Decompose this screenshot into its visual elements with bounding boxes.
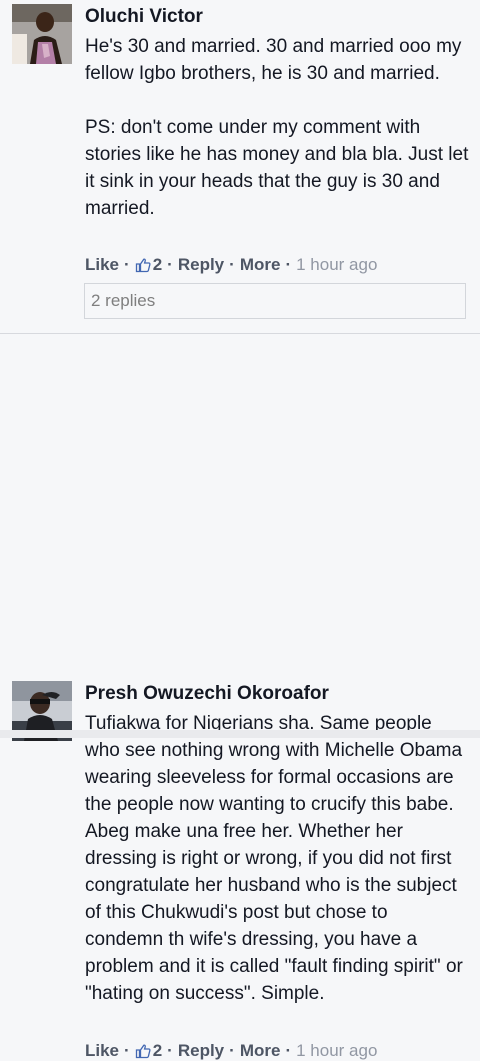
like-button[interactable]: Like <box>85 1041 119 1061</box>
reply-button[interactable]: Reply <box>178 255 224 275</box>
comment-actions: Like · 2 · Reply · More · 1 hour ago <box>85 255 377 275</box>
avatar[interactable] <box>12 4 72 64</box>
view-replies-button[interactable]: 2 replies <box>84 283 466 319</box>
like-count[interactable]: 2 <box>153 1041 162 1061</box>
comment-text: Tufiakwa for Nigerians sha. Same people … <box>85 713 463 1004</box>
separator: · <box>229 255 235 274</box>
separator: · <box>167 255 173 274</box>
bottom-divider <box>0 730 480 738</box>
comment: Presh Owuzechi Okoroafor Tufiakwa for Ni… <box>0 334 480 1060</box>
like-button[interactable]: Like <box>85 255 119 275</box>
separator: · <box>124 1041 130 1060</box>
reply-button[interactable]: Reply <box>178 1041 224 1061</box>
comment-timestamp[interactable]: 1 hour ago <box>296 1041 377 1061</box>
comment-actions: Like · 2 · Reply · More · 1 hour ago <box>85 1041 377 1061</box>
like-count[interactable]: 2 <box>153 255 162 275</box>
comment-author[interactable]: Presh Owuzechi Okoroafor <box>85 683 329 705</box>
comment-author[interactable]: Oluchi Victor <box>85 6 203 28</box>
separator: · <box>285 1041 292 1060</box>
more-button[interactable]: More <box>240 255 281 275</box>
comment: Oluchi Victor He's 30 and married. 30 an… <box>0 0 480 334</box>
thumbs-up-icon <box>135 1043 151 1059</box>
more-button[interactable]: More <box>240 1041 281 1061</box>
separator: · <box>229 1041 235 1060</box>
separator: · <box>124 255 130 274</box>
separator: · <box>167 1041 173 1060</box>
separator: · <box>285 255 292 274</box>
thumbs-up-icon <box>135 257 151 273</box>
comment-timestamp[interactable]: 1 hour ago <box>296 255 377 275</box>
comment-text: He's 30 and married. 30 and married ooo … <box>85 36 469 219</box>
